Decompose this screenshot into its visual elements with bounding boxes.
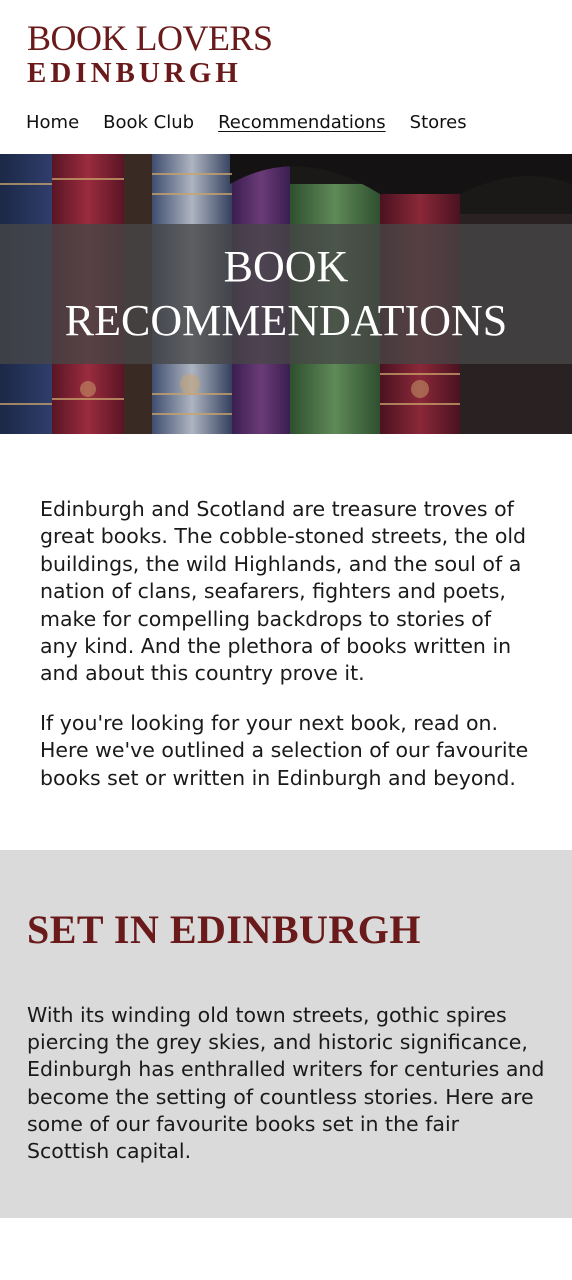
nav-link-book-club[interactable]: Book Club [103,112,194,133]
intro-paragraph-1: Edinburgh and Scotland are treasure trov… [40,497,527,686]
hero-title-line-1: BOOK [223,242,349,292]
section-heading: SET IN EDINBURGH [27,907,422,952]
site-logo[interactable]: BOOK LOVERS EDINBURGH [27,20,273,88]
section-body: With its winding old town streets, gothi… [27,1003,545,1164]
nav-link-stores[interactable]: Stores [410,112,467,133]
logo-line-book-lovers: BOOK LOVERS [27,18,273,58]
site-header: BOOK LOVERS EDINBURGH Home Book Club Rec… [0,0,572,154]
nav-link-recommendations[interactable]: Recommendations [218,112,386,133]
hero-title-line-2: RECOMMENDATIONS [64,296,508,345]
intro-paragraph-2: If you're looking for your next book, re… [40,710,529,790]
set-in-edinburgh-section: SET IN EDINBURGH With its winding old to… [0,850,572,1218]
logo-line-edinburgh: EDINBURGH [27,57,242,89]
page-title: BOOK RECOMMENDATIONS [45,240,527,347]
intro-section: Edinburgh and Scotland are treasure trov… [0,434,572,850]
hero-title-overlay: BOOK RECOMMENDATIONS [0,224,572,364]
nav-link-home[interactable]: Home [26,112,79,133]
hero-banner: BOOK RECOMMENDATIONS [0,154,572,434]
main-nav: Home Book Club Recommendations Stores [26,112,467,133]
